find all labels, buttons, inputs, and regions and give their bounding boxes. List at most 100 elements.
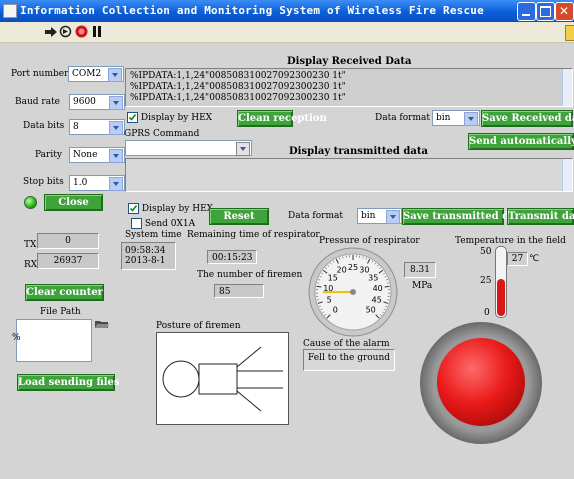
stop-bits-label: Stop bits [23,177,64,187]
stop-bits-value: 1.0 [73,178,88,188]
baud-rate-value: 9600 [73,97,96,107]
pause-icon[interactable] [92,26,102,37]
alarm-cause-label: Cause of the alarm [303,339,390,349]
file-path-label: File Path [40,307,81,317]
posture-figure [162,346,283,412]
gauge-tick-label: 40 [373,284,383,293]
app-icon [3,4,17,18]
remaining-time-display: 00:15:23 [207,250,257,264]
gauge-tick-label: 20 [337,266,347,275]
thermometer [495,246,507,318]
clean-reception-button[interactable]: Clean reception [237,110,327,127]
data-bits-select[interactable]: 8 [69,119,125,135]
remaining-time-label: Remaining time of respirator [187,230,320,240]
data-bits-value: 8 [73,122,79,132]
transmit-format-select[interactable]: bin [357,208,402,224]
received-data-title: Display Received Data [287,56,412,67]
run-continuous-icon[interactable] [59,25,72,38]
system-time-display: 09:58:34 2013-8-1 [121,242,176,270]
transmit-hex-option[interactable]: Display by HEX [128,203,213,214]
clear-counter-button[interactable]: Clear counter [25,284,104,301]
abort-icon[interactable] [75,25,88,38]
chevron-down-icon [109,149,123,163]
minimize-button[interactable] [517,2,536,21]
received-format-label: Data format [375,113,430,123]
data-bits-label: Data bits [23,121,65,131]
reset-button[interactable]: Reset [209,208,269,225]
save-transmitted-data-button[interactable]: Save transmitted data [402,208,527,225]
toolbar [0,22,574,43]
temperature-value-display: 27 [507,252,528,266]
transmit-format-label: Data format [288,211,343,221]
temperature-label: Temperature in the field [455,236,566,246]
alarm-cause-display: Fell to the ground [303,349,395,371]
thermometer-fill [497,279,505,316]
close-port-button[interactable]: Close [44,194,103,211]
hex-checkbox[interactable] [128,203,139,214]
chevron-down-icon [109,177,123,191]
file-path-input[interactable]: % [12,319,92,362]
close-window-button[interactable]: ✕ [555,2,574,21]
thermo-tick-label: 25 [480,276,492,286]
stop-bits-select[interactable]: 1.0 [69,175,125,191]
parity-label: Parity [35,150,62,160]
chevron-down-icon [109,96,123,110]
received-format-value: bin [436,113,451,123]
help-icon[interactable] [565,25,574,41]
gprs-command-select[interactable] [125,140,252,156]
alarm-light-lamp [437,338,525,426]
gauge-tick-label: 0 [333,306,338,315]
gprs-command-label: GPRS Command [124,129,200,139]
thermo-tick-label: 50 [480,247,492,257]
transmit-data-button[interactable]: Transmit data [507,208,574,225]
send-automatically-button[interactable]: Send automatically [468,133,574,150]
run-arrow-icon[interactable] [45,26,57,38]
transmitted-data-title: Display transmitted data [289,146,428,157]
posture-label: Posture of firemen [156,321,241,331]
chevron-down-icon [108,68,122,82]
pressure-unit: MPa [412,281,433,291]
chevron-down-icon [464,112,478,126]
firemen-count-display: 85 [214,284,264,298]
send-0x1a-label: Send 0X1A [144,219,196,229]
hex-checkbox[interactable] [127,112,138,123]
transmitted-scrollbar[interactable] [562,159,572,191]
save-received-data-button[interactable]: Save Received data [481,110,574,127]
chevron-down-icon [236,142,250,156]
transmit-format-value: bin [361,211,376,221]
gauge-tick-label: 25 [348,263,358,272]
received-data-line: %IPDATA:1,1,24"008508310027092300230 1t" [130,82,346,92]
port-number-select[interactable]: COM2 [68,66,124,82]
received-hex-option[interactable]: Display by HEX [127,112,212,123]
chevron-down-icon [386,210,400,224]
pressure-gauge: 05101520 25 3035404550 [308,247,398,337]
received-scrollbar[interactable] [562,69,572,106]
temperature-unit: ℃ [529,254,540,264]
gauge-tick-label: 45 [372,296,382,305]
parity-value: None [73,150,98,160]
gauge-tick-label: 5 [327,296,332,305]
chevron-down-icon [109,121,123,135]
load-sending-files-button[interactable]: Load sending files [17,374,120,391]
transmitted-data-box[interactable] [125,158,573,192]
transmit-hex-label: Display by HEX [141,204,214,214]
maximize-button[interactable] [536,2,555,21]
file-path-value: % [12,333,21,343]
pressure-value-display: 8.31 [404,262,436,278]
folder-browse-icon[interactable] [94,319,110,329]
firemen-count-label: The number of firemen [197,270,303,280]
gauge-tick-label: 35 [368,273,378,282]
baud-rate-label: Baud rate [15,97,61,107]
posture-display [156,332,289,425]
received-hex-label: Display by HEX [140,113,213,123]
received-format-select[interactable]: bin [432,110,480,126]
tx-label: TX [24,240,37,250]
received-data-line: %IPDATA:1,1,24"008508310027092300230 1t" [130,71,346,81]
send-0x1a-checkbox[interactable] [131,218,142,229]
received-data-box[interactable]: %IPDATA:1,1,24"008508310027092300230 1t"… [125,68,573,107]
send-0x1a-option[interactable]: Send 0X1A [131,218,195,229]
gauge-tick-label: 50 [366,306,376,315]
parity-select[interactable]: None [69,147,125,163]
baud-rate-select[interactable]: 9600 [69,94,125,110]
pressure-label: Pressure of respirator [319,236,420,246]
